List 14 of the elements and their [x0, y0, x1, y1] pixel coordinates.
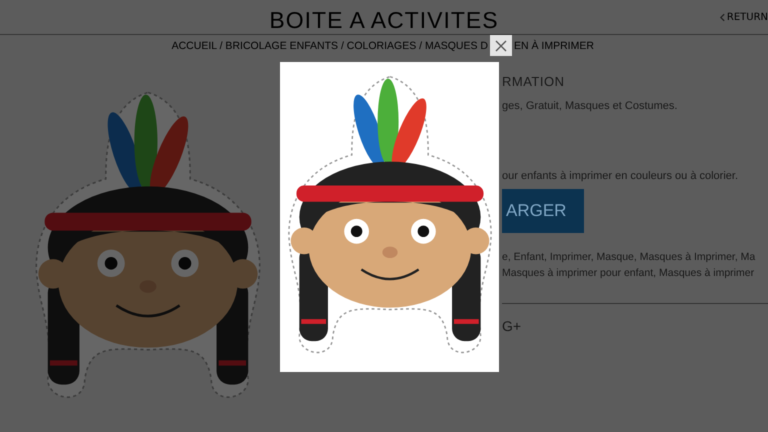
share-label: G+ [502, 318, 522, 334]
chevron-left-icon [720, 13, 725, 22]
close-button[interactable] [490, 35, 512, 56]
description-text: our enfants à imprimer en couleurs ou à colorier. [502, 170, 740, 182]
breadcrumb-text: ACCUEIL / BRICOLAGE ENFANTS / COLORIAGES / MASQUES D [172, 40, 488, 52]
section-heading: RMATION [502, 74, 566, 89]
download-button[interactable]: ARGER [502, 189, 584, 233]
tags-text: e, Enfant, Imprimer, Masque, Masques à Imprimer, Ma [502, 251, 756, 263]
return-link[interactable]: RETURN [720, 12, 768, 23]
breadcrumb-text: EN À IMPRIMER [514, 40, 595, 52]
categories-text: ges, Gratuit, Masques et Costumes. [502, 100, 678, 112]
tags-text: Masques à imprimer pour enfant, Masques à imprimer [502, 267, 756, 279]
close-icon [495, 40, 507, 52]
site-title: BOITE A ACTIVITES [269, 6, 499, 34]
